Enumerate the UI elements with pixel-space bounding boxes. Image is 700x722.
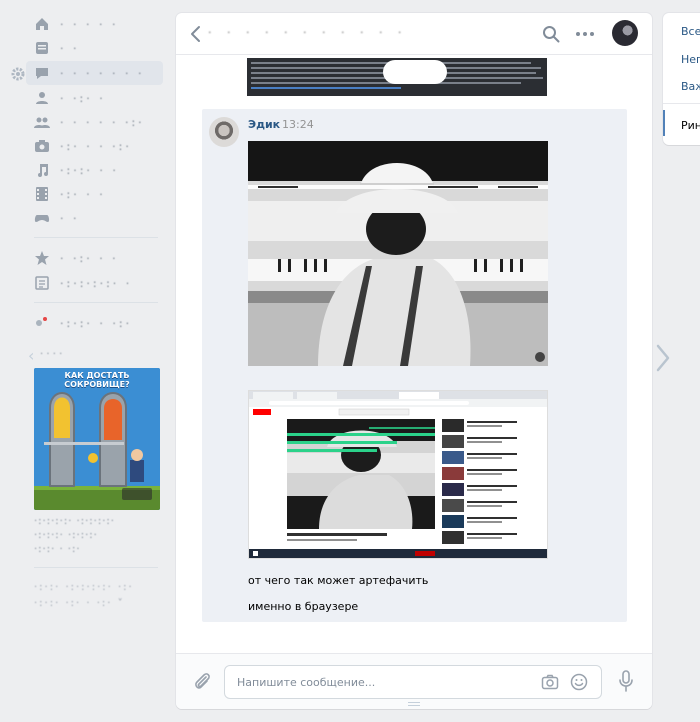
sidebar-item-communities[interactable]: · · · · · ·:· bbox=[26, 110, 163, 134]
search-icon[interactable] bbox=[542, 25, 560, 43]
sidebar-item-label: ·:·:·:·:· · bbox=[60, 276, 133, 290]
chat-panel: · · · · · · · · · · · Эдик 13:24 от чего… bbox=[176, 13, 652, 709]
footer-links[interactable]: ·:·:· ·:·:·:·:· ·:· bbox=[34, 582, 134, 593]
gear-icon[interactable] bbox=[10, 66, 26, 82]
microphone-icon[interactable] bbox=[618, 669, 634, 693]
ad-label: · · · · bbox=[40, 349, 63, 360]
sidebar-item-home[interactable]: · · · · · bbox=[26, 12, 163, 36]
browser-screenshot bbox=[249, 391, 547, 558]
folder-important[interactable]: Важные bbox=[681, 80, 700, 93]
messages-icon bbox=[36, 68, 48, 79]
star-icon bbox=[35, 251, 49, 265]
message-text: от чего так может артефачить bbox=[248, 574, 429, 587]
piano-photo bbox=[248, 141, 548, 366]
folder-unread[interactable]: Непрочитанные bbox=[681, 53, 700, 66]
sidebar-item-videos[interactable]: ·:· · · bbox=[26, 182, 163, 206]
camera-icon[interactable] bbox=[541, 673, 559, 691]
sidebar-item-apps[interactable]: ·:·:· · ·:· bbox=[26, 311, 163, 335]
message-author[interactable]: Эдик bbox=[248, 118, 280, 131]
sidebar-item-friends[interactable]: · ·:· · bbox=[26, 86, 163, 110]
ad-prev-arrow-icon[interactable]: ‹ bbox=[28, 346, 34, 365]
apps-icon bbox=[36, 317, 47, 326]
folder-rinat[interactable]: Ринат bbox=[681, 119, 700, 132]
more-options-icon[interactable] bbox=[574, 25, 596, 43]
communities-icon bbox=[34, 117, 50, 128]
ad-caption: ·:·:· · ·:· bbox=[34, 544, 81, 555]
ad-caption: ·:·:·:· ·:·:·:· bbox=[34, 530, 98, 541]
ad-banner[interactable]: КАК ДОСТАТЬ СОКРОВИЩЕ? bbox=[34, 368, 160, 510]
left-sidebar: · · · · · · · · · · · · · · · ·:· · · · … bbox=[0, 0, 168, 722]
sidebar-item-music[interactable]: ·:·:· · · bbox=[26, 158, 163, 182]
message-composer bbox=[176, 653, 652, 709]
ad-caption[interactable]: ·:·:·:·:· ·:·:·:·:· bbox=[34, 516, 160, 527]
sidebar-item-label: ·:· · · bbox=[60, 187, 106, 201]
sidebar-item-label: · ·:· · bbox=[60, 91, 106, 105]
back-arrow-icon[interactable] bbox=[186, 24, 206, 44]
chat-title[interactable]: · · · · · · · · · · · bbox=[208, 26, 407, 39]
redaction-blob bbox=[383, 60, 447, 84]
sender-avatar[interactable] bbox=[209, 117, 239, 147]
games-icon bbox=[34, 215, 50, 222]
next-chevron-icon[interactable] bbox=[652, 342, 674, 374]
photo-attachment[interactable] bbox=[248, 141, 548, 366]
message-group: Эдик 13:24 от чего так может артефачить … bbox=[202, 109, 627, 622]
chat-folders: Все Непрочитанные Важные Ринат bbox=[663, 13, 700, 145]
sidebar-item-photos[interactable]: ·:· · · ·:· bbox=[26, 134, 163, 158]
sidebar-divider bbox=[34, 302, 158, 303]
sidebar-item-news[interactable]: · · bbox=[26, 36, 163, 60]
resize-handle[interactable] bbox=[408, 702, 420, 706]
sidebar-item-label: · · bbox=[60, 41, 80, 55]
sidebar-item-bookmarks[interactable]: · ·:· · · bbox=[26, 246, 163, 270]
sidebar-item-label: · · · · · ·:· bbox=[60, 115, 145, 129]
sidebar-item-label: ·:·:· · ·:· bbox=[60, 316, 133, 330]
home-icon bbox=[36, 18, 48, 30]
sidebar-item-documents[interactable]: ·:·:·:·:· · bbox=[26, 271, 163, 295]
screenshot-attachment[interactable] bbox=[248, 390, 548, 559]
sidebar-item-games[interactable]: · · bbox=[26, 206, 163, 230]
paperclip-icon[interactable] bbox=[192, 671, 212, 693]
ad-banner-image bbox=[34, 368, 160, 510]
chat-avatar[interactable] bbox=[612, 20, 638, 46]
sidebar-item-label: · · · · · bbox=[60, 17, 119, 31]
photos-icon bbox=[35, 140, 49, 152]
message-history[interactable]: Эдик 13:24 от чего так может артефачить … bbox=[176, 55, 652, 653]
active-folder-marker bbox=[663, 110, 665, 136]
sidebar-item-label: · · · · · · · bbox=[60, 66, 145, 80]
emoji-icon[interactable] bbox=[570, 673, 588, 691]
previous-attachment-image[interactable] bbox=[247, 58, 547, 96]
sidebar-divider bbox=[34, 567, 158, 568]
sidebar-divider bbox=[34, 237, 158, 238]
sidebar-item-messages[interactable]: · · · · · · · bbox=[26, 61, 163, 85]
documents-icon bbox=[35, 276, 49, 290]
sidebar-item-label: ·:·:· · · bbox=[60, 163, 119, 177]
folder-all[interactable]: Все bbox=[681, 25, 700, 38]
news-icon bbox=[36, 42, 48, 54]
sidebar-item-label: · · bbox=[60, 211, 80, 225]
message-text: именно в браузере bbox=[248, 600, 359, 613]
friends-icon bbox=[36, 92, 48, 104]
message-time[interactable]: 13:24 bbox=[282, 118, 314, 131]
sidebar-item-label: ·:· · · ·:· bbox=[60, 139, 132, 153]
videos-icon bbox=[36, 187, 48, 201]
music-icon bbox=[38, 164, 48, 177]
ad-banner-headline: КАК ДОСТАТЬ СОКРОВИЩЕ? bbox=[64, 371, 130, 389]
sidebar-item-label: · ·:· · · bbox=[60, 251, 119, 265]
folder-divider bbox=[663, 103, 700, 104]
chat-header: · · · · · · · · · · · bbox=[176, 13, 652, 55]
footer-more-link[interactable]: ·:·:· ·:· · ·:· ˅ bbox=[34, 598, 125, 609]
